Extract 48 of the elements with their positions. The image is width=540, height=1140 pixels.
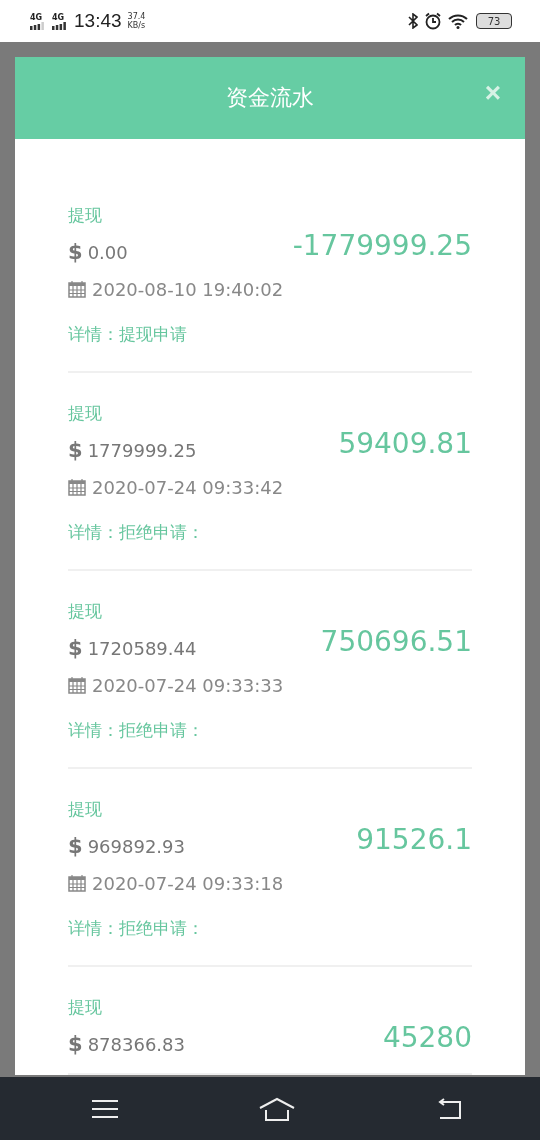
transaction-detail: 详情：提现申请 [68,322,188,346]
calendar-icon [68,676,86,694]
transaction-time: 2020-07-24 09:33:18 [92,872,284,894]
transaction-detail: 详情：拒绝申请： [68,718,205,742]
transaction-time: 2020-08-10 19:40:02 [92,278,284,300]
battery-icon: 73 [476,13,512,29]
dollar-icon: $ [68,636,83,660]
transaction-amount: 59409.81 [338,426,472,460]
dollar-icon: $ [68,438,83,462]
bluetooth-icon [408,13,418,29]
signal-icon [52,21,66,30]
close-button[interactable]: × [484,79,501,107]
dollar-icon: $ [68,240,83,264]
speed-unit: KB/s [127,21,146,30]
transaction-type: 提现 [68,402,103,425]
network-speed: 37.4 [127,12,146,21]
signal-icon [30,21,44,30]
transaction-amount: 45280 [382,1020,472,1054]
wifi-icon [448,13,468,29]
transaction-type: 提现 [68,204,103,227]
network-label: 4G [30,12,43,22]
calendar-icon [68,280,86,298]
transaction-type: 提现 [68,798,103,821]
dollar-icon: $ [68,1032,83,1056]
balance-amount: 1779999.25 [87,439,197,461]
transaction-time: 2020-07-24 09:33:33 [92,674,284,696]
alarm-icon [424,12,442,30]
calendar-icon [68,874,86,892]
transaction-amount: -1779999.25 [292,228,472,262]
transaction-amount: 91526.1 [356,822,472,856]
dollar-icon: $ [68,834,83,858]
balance-amount: 878366.83 [87,1033,185,1055]
transaction-detail: 详情：拒绝申请： [68,520,205,544]
dialog-title: 资金流水 [226,84,314,112]
menu-icon[interactable] [92,1098,118,1119]
back-icon[interactable] [436,1097,462,1120]
calendar-icon [68,478,86,496]
transaction-amount: 750696.51 [320,624,472,658]
balance-amount: 969892.93 [87,835,185,857]
transaction-type: 提现 [68,600,103,623]
transaction-time: 2020-07-24 09:33:42 [92,476,284,498]
balance-amount: 1720589.44 [87,637,197,659]
network-label: 4G [52,12,65,22]
transaction-type: 提现 [68,996,103,1019]
transaction-detail: 详情：拒绝申请： [68,916,205,940]
balance-amount: 0.00 [87,241,128,263]
home-icon[interactable] [259,1096,295,1121]
clock-time: 13:43 [74,10,122,32]
